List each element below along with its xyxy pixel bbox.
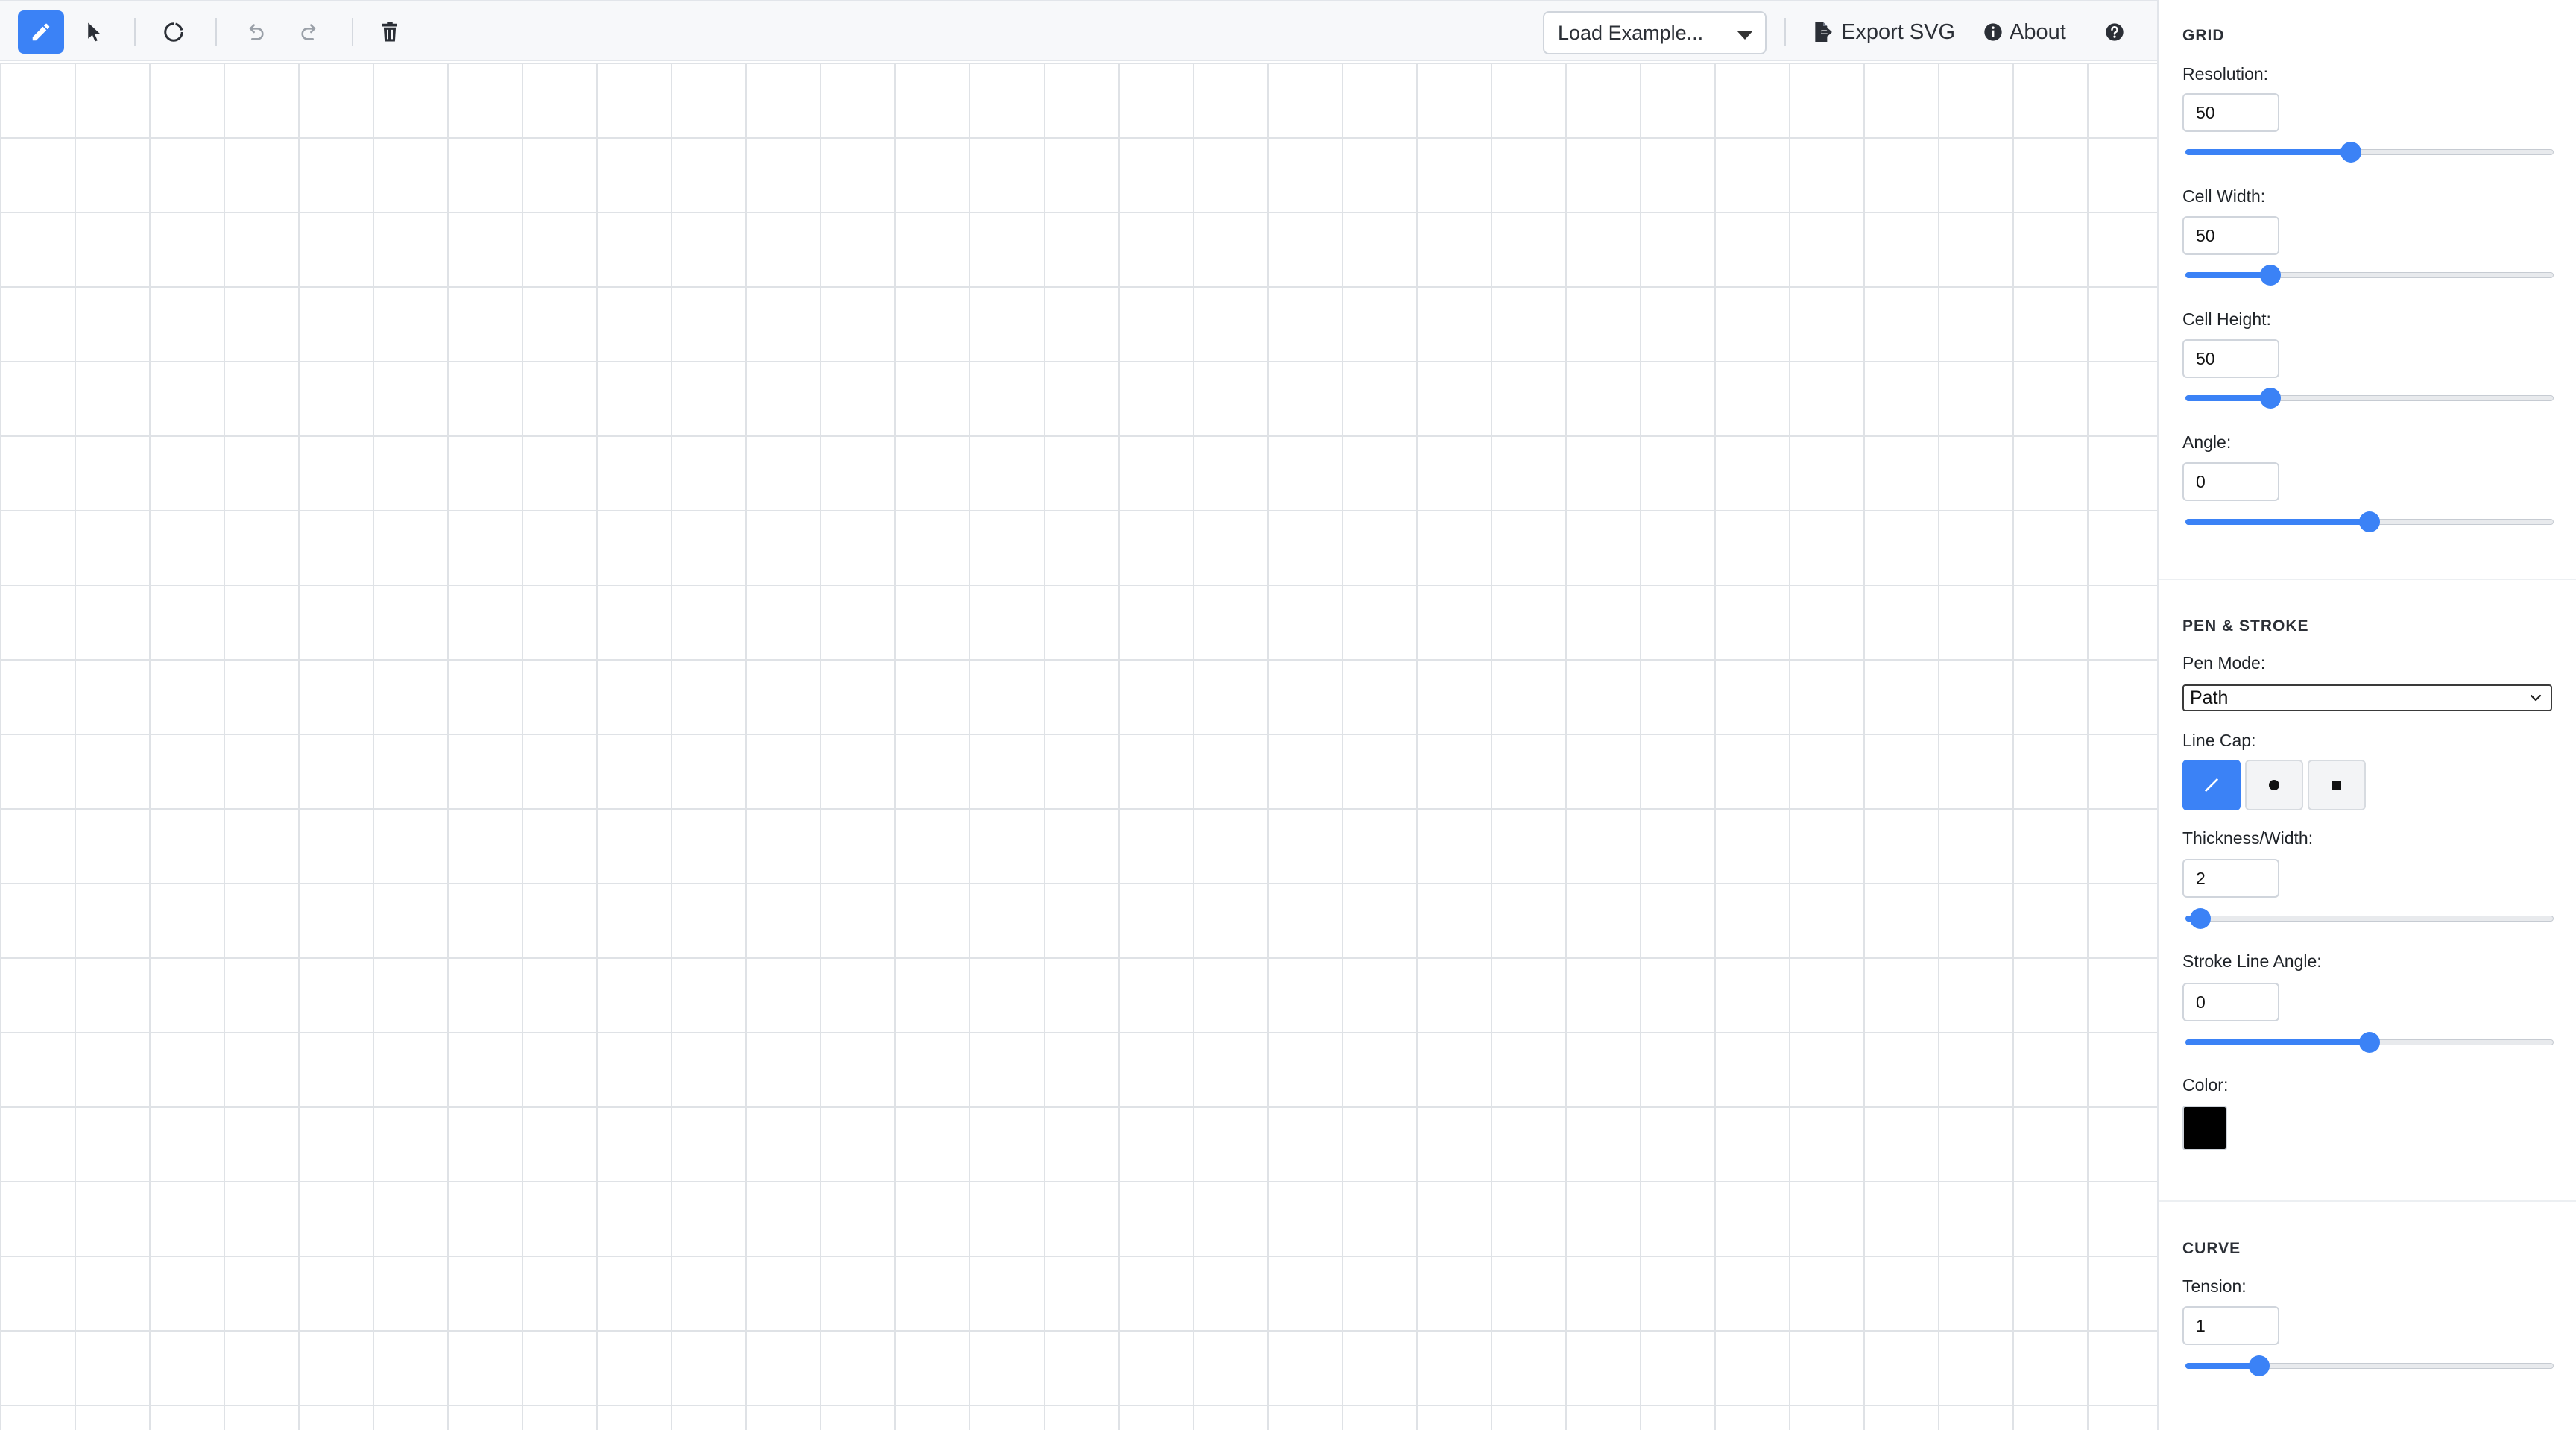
slider-fill [2185, 519, 2370, 525]
toolbar-divider [352, 18, 353, 46]
select-tool-button[interactable] [72, 10, 118, 54]
stroke-line-angle-slider[interactable] [2185, 1032, 2554, 1053]
cell-width-slider[interactable] [2185, 265, 2554, 286]
export-svg-button[interactable]: Export SVG [1811, 10, 1955, 54]
slash-cap-icon [2204, 778, 2219, 793]
help-button[interactable] [2104, 10, 2125, 54]
circle-tool-button[interactable] [151, 10, 197, 54]
pointer-icon [88, 22, 101, 42]
resolution-input[interactable]: 50 [2182, 93, 2279, 132]
tension-label: Tension: [2182, 1276, 2247, 1296]
undo-button[interactable] [233, 10, 279, 54]
file-export-icon [1815, 22, 1832, 42]
slider-track [2185, 916, 2554, 922]
angle-input[interactable]: 0 [2182, 462, 2279, 501]
section-divider [2159, 1200, 2576, 1202]
redo-icon [301, 24, 316, 40]
chevron-down-icon [1737, 31, 1753, 40]
slider-thumb[interactable] [2189, 908, 2211, 929]
slider-thumb[interactable] [2359, 511, 2380, 532]
help-icon [2106, 23, 2124, 41]
pencil-icon [32, 23, 50, 41]
trash-icon [382, 22, 397, 42]
tension-slider[interactable] [2185, 1355, 2554, 1376]
drawing-canvas[interactable] [0, 63, 2157, 1430]
settings-sidebar: GRID Resolution: 50 Cell Width: 50 Cell … [2157, 0, 2576, 1430]
color-label: Color: [2182, 1075, 2229, 1094]
slider-thumb[interactable] [2359, 1032, 2380, 1053]
toolbar-divider [1784, 18, 1786, 46]
slider-fill [2185, 1363, 2259, 1369]
resolution-label: Resolution: [2182, 64, 2269, 84]
round-cap-icon [2269, 780, 2279, 790]
thickness-label: Thickness/Width: [2182, 828, 2314, 848]
toolbar-divider [215, 18, 217, 46]
resolution-slider[interactable] [2185, 142, 2554, 163]
section-divider [2159, 579, 2576, 580]
undo-icon [249, 24, 264, 40]
slider-fill [2185, 149, 2352, 155]
info-icon [1984, 23, 2002, 41]
angle-label: Angle: [2182, 432, 2232, 452]
redo-button[interactable] [286, 10, 332, 54]
cell-height-input[interactable]: 50 [2182, 339, 2279, 378]
color-swatch[interactable] [2182, 1106, 2227, 1150]
pencil-tool-button[interactable] [18, 10, 64, 54]
toolbar-divider [134, 18, 136, 46]
line-cap-square-button[interactable] [2308, 760, 2366, 810]
angle-slider[interactable] [2185, 511, 2554, 532]
load-example-label: Load Example... [1558, 21, 1704, 44]
stroke-line-angle-input[interactable]: 0 [2182, 983, 2279, 1021]
cell-height-slider[interactable] [2185, 388, 2554, 409]
slider-fill [2185, 395, 2270, 401]
circle-icon [164, 22, 183, 42]
slider-fill [2185, 272, 2270, 278]
tension-input[interactable]: 1 [2182, 1306, 2279, 1345]
slider-fill [2185, 1039, 2370, 1045]
about-label: About [2010, 19, 2066, 44]
about-button[interactable]: About [1983, 10, 2066, 54]
clear-button[interactable] [367, 10, 413, 54]
slider-thumb[interactable] [2340, 142, 2362, 163]
cell-height-label: Cell Height: [2182, 309, 2271, 329]
pen-mode-label: Pen Mode: [2182, 653, 2266, 673]
grid-section-title: GRID [2182, 27, 2225, 44]
line-cap-label: Line Cap: [2182, 731, 2256, 750]
slider-thumb[interactable] [2259, 265, 2281, 286]
cell-width-input[interactable]: 50 [2182, 216, 2279, 255]
curve-section-title: CURVE [2182, 1240, 2241, 1257]
slider-thumb[interactable] [2259, 388, 2281, 409]
pen-mode-value: Path [2190, 687, 2229, 708]
load-example-dropdown[interactable]: Load Example... [1543, 11, 1767, 54]
stroke-line-angle-label: Stroke Line Angle: [2182, 951, 2322, 971]
export-svg-label: Export SVG [1841, 19, 1956, 44]
pen-section-title: PEN & STROKE [2182, 617, 2309, 634]
thickness-input[interactable]: 2 [2182, 859, 2279, 898]
toolbar: Load Example... Export SVG About [0, 0, 2157, 61]
thickness-slider[interactable] [2185, 908, 2554, 929]
line-cap-round-button[interactable] [2245, 760, 2303, 810]
pen-mode-select[interactable]: Path [2182, 684, 2552, 711]
slider-thumb[interactable] [2248, 1355, 2270, 1376]
chevron-down-icon [2530, 694, 2542, 702]
line-cap-butt-button[interactable] [2182, 760, 2241, 810]
square-cap-icon [2332, 781, 2341, 790]
cell-width-label: Cell Width: [2182, 186, 2266, 206]
